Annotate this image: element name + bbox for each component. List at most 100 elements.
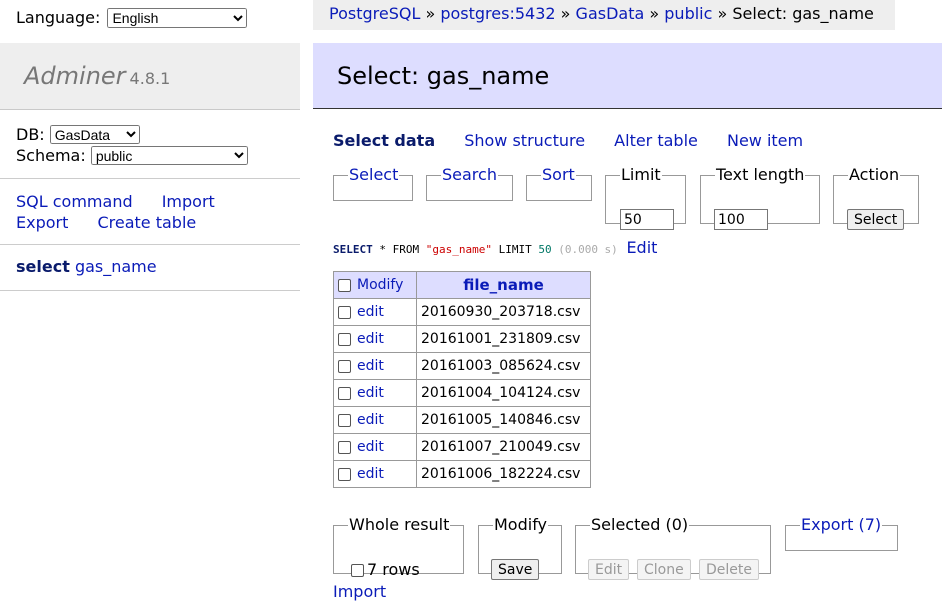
table-row: edit 20161007_210049.csv <box>333 433 591 461</box>
table-row: edit 20161004_104124.csv <box>333 379 591 407</box>
row-edit-link[interactable]: edit <box>357 412 384 428</box>
language-label: Language: <box>16 8 101 27</box>
row-select-cell: edit <box>333 460 417 488</box>
table-row: edit 20161005_140846.csv <box>333 406 591 434</box>
sidebar-links: SQL command Import Export Create table <box>16 191 239 233</box>
breadcrumb-separator: » <box>555 4 576 23</box>
row-select-cell: edit <box>333 406 417 434</box>
select-data-active: Select data <box>333 131 436 150</box>
create-table-link[interactable]: Create table <box>97 213 196 232</box>
select-table-link[interactable]: select <box>16 257 70 276</box>
page-title: Select: gas_name <box>337 62 550 90</box>
row-edit-link[interactable]: edit <box>357 358 384 374</box>
language-row: Language: English <box>16 8 248 28</box>
all-rows-checkbox[interactable] <box>351 564 364 577</box>
breadcrumb-schema[interactable]: public <box>664 4 712 23</box>
modify-link[interactable]: Modify <box>357 277 403 293</box>
data-table: Modify file_name edit 20160930_203718.csv… <box>333 271 591 488</box>
file-name-header[interactable]: file_name <box>416 271 591 299</box>
db-block: DB: GasData Schema: public <box>16 124 248 166</box>
schema-select[interactable]: public <box>90 146 248 165</box>
new-item-link[interactable]: New item <box>727 131 803 150</box>
row-edit-link[interactable]: edit <box>357 439 384 455</box>
row-checkbox[interactable] <box>338 359 351 373</box>
row-edit-link[interactable]: edit <box>357 304 384 320</box>
row-select-cell: edit <box>333 352 417 380</box>
row-edit-link[interactable]: edit <box>357 331 384 347</box>
breadcrumb-server[interactable]: PostgreSQL <box>329 4 420 23</box>
logo-box: Adminer 4.8.1 <box>0 43 300 110</box>
search-fieldset: Search <box>426 167 513 201</box>
select-submit-button[interactable]: Select <box>847 209 905 230</box>
db-select[interactable]: GasData <box>49 125 140 144</box>
row-checkbox[interactable] <box>338 413 351 427</box>
row-select-cell: edit <box>333 379 417 407</box>
select-columns-link[interactable]: Select <box>349 165 398 184</box>
sql-limit: 50 <box>538 243 552 256</box>
sidebar-table-item: select gas_name <box>16 257 157 276</box>
sort-fieldset: Sort <box>526 167 592 201</box>
page-heading: Select: gas_name <box>313 43 942 109</box>
breadcrumb-separator: » <box>420 4 441 23</box>
table-row: edit 20160930_203718.csv <box>333 298 591 326</box>
edit-selected-button[interactable]: Edit <box>588 559 630 580</box>
file-name-cell: 20160930_203718.csv <box>416 298 591 326</box>
import-link[interactable]: Import <box>333 582 386 601</box>
sql-table-name: "gas_name" <box>425 243 492 256</box>
import-link-sidebar[interactable]: Import <box>162 192 215 211</box>
text-length-input[interactable] <box>714 209 768 230</box>
file-name-cell: 20161003_085624.csv <box>416 352 591 380</box>
action-fieldset: Action Select <box>833 167 919 230</box>
file-name-cell: 20161004_104124.csv <box>416 379 591 407</box>
breadcrumb-host[interactable]: postgres:5432 <box>440 4 555 23</box>
row-checkbox[interactable] <box>338 386 351 400</box>
sql-text: LIMIT <box>491 243 539 256</box>
breadcrumb-separator: » <box>644 4 665 23</box>
breadcrumb-db[interactable]: GasData <box>576 4 645 23</box>
file-name-cell: 20161001_231809.csv <box>416 325 591 353</box>
modify-header: Modify <box>333 271 417 299</box>
all-rows-option[interactable]: 7 rows <box>351 560 420 579</box>
schema-label: Schema: <box>16 146 86 165</box>
breadcrumb-separator: » <box>712 4 733 23</box>
app-version: 4.8.1 <box>129 69 171 88</box>
sql-query-line: SELECT * FROM "gas_name" LIMIT 50 (0.000… <box>333 238 657 257</box>
row-checkbox[interactable] <box>338 305 351 319</box>
text-length-fieldset: Text length <box>700 167 820 230</box>
language-select[interactable]: English <box>107 8 248 28</box>
sql-command-link[interactable]: SQL command <box>16 192 133 211</box>
row-checkbox[interactable] <box>338 332 351 346</box>
clone-button[interactable]: Clone <box>637 559 691 580</box>
breadcrumb-current: Select: gas_name <box>732 4 874 23</box>
modify-fieldset: Modify Save <box>478 517 562 580</box>
sort-link[interactable]: Sort <box>542 165 575 184</box>
row-select-cell: edit <box>333 298 417 326</box>
show-structure-link[interactable]: Show structure <box>464 131 585 150</box>
alter-table-link[interactable]: Alter table <box>614 131 698 150</box>
whole-result-fieldset: Whole result 7 rows <box>333 515 464 579</box>
export-link[interactable]: Export (7) <box>801 515 881 534</box>
whole-result-legend: Whole result <box>349 515 450 534</box>
row-checkbox[interactable] <box>338 440 351 454</box>
all-rows-label: 7 rows <box>367 560 420 579</box>
save-button[interactable]: Save <box>491 559 540 580</box>
breadcrumb: PostgreSQL » postgres:5432 » GasData » p… <box>313 0 895 30</box>
select-fieldset: Select <box>333 167 413 201</box>
row-checkbox[interactable] <box>338 467 351 481</box>
table-structure-link[interactable]: gas_name <box>75 257 157 276</box>
delete-button[interactable]: Delete <box>699 559 759 580</box>
select-all-checkbox[interactable] <box>338 278 351 292</box>
export-link-sidebar[interactable]: Export <box>16 213 68 232</box>
row-edit-link[interactable]: edit <box>357 385 384 401</box>
table-subnav: Select data Show structure Alter table N… <box>333 131 827 150</box>
sql-keyword: SELECT <box>333 243 373 256</box>
selected-legend: Selected (0) <box>591 515 689 534</box>
db-label: DB: <box>16 125 45 144</box>
row-edit-link[interactable]: edit <box>357 466 384 482</box>
selected-fieldset: Selected (0) Edit Clone Delete <box>575 515 771 580</box>
limit-input[interactable] <box>620 209 674 230</box>
app-logo[interactable]: Adminer 4.8.1 <box>24 62 170 90</box>
edit-query-link[interactable]: Edit <box>626 238 657 257</box>
table-row: edit 20161006_182224.csv <box>333 460 591 488</box>
search-link[interactable]: Search <box>442 165 497 184</box>
